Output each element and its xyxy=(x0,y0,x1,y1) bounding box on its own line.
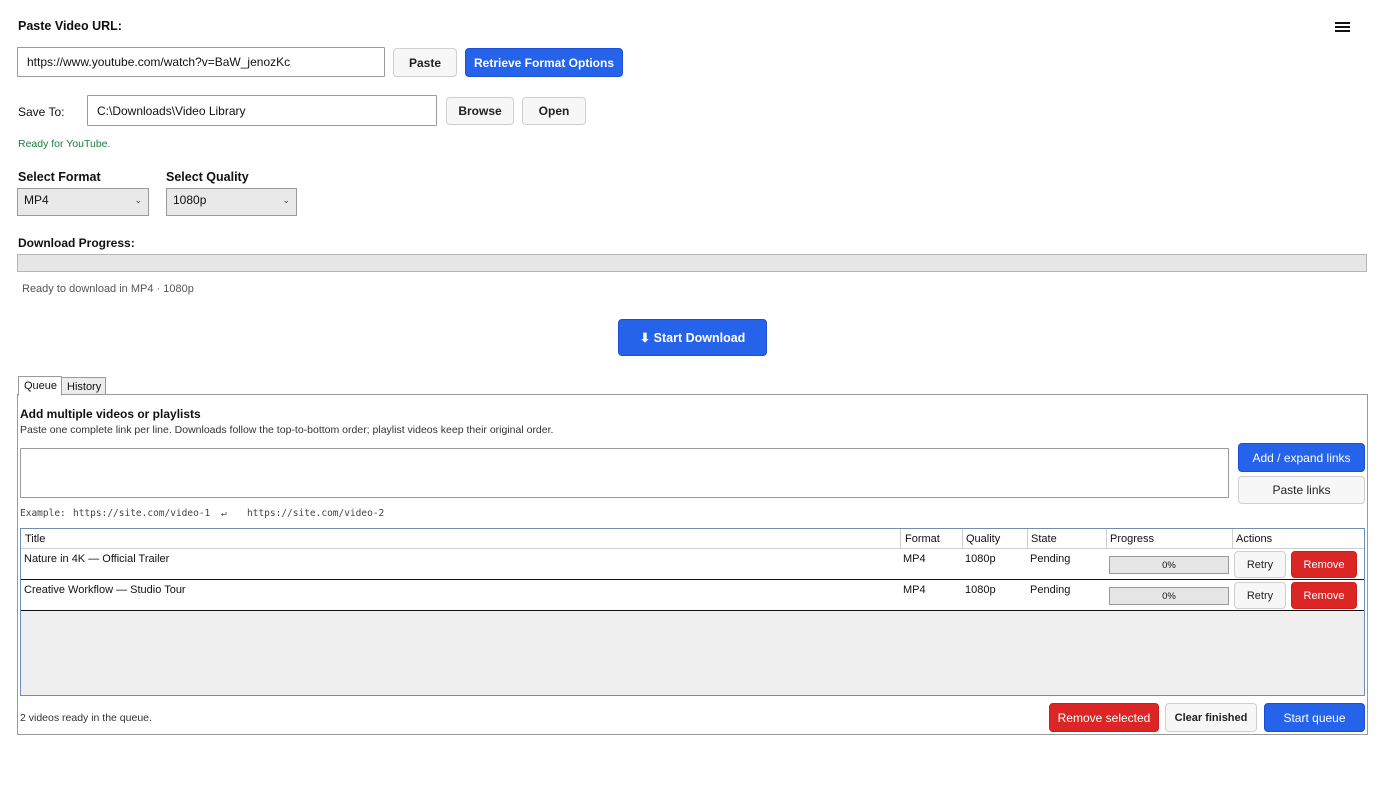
row-title: Nature in 4K — Official Trailer xyxy=(24,553,170,565)
chevron-down-icon: ⌄ xyxy=(134,195,142,205)
download-progress-bar xyxy=(17,254,1367,272)
clear-finished-button[interactable]: Clear finished xyxy=(1165,703,1257,732)
row-progress-bar: 0% xyxy=(1109,587,1229,605)
queue-row[interactable]: Creative Workflow — Studio Tour MP4 1080… xyxy=(21,580,1364,611)
hamburger-menu-icon[interactable] xyxy=(1335,20,1350,34)
download-progress-label: Download Progress: xyxy=(18,236,135,250)
open-folder-button[interactable]: Open xyxy=(522,97,586,125)
row-progress-bar: 0% xyxy=(1109,556,1229,574)
browse-button[interactable]: Browse xyxy=(446,97,514,125)
start-queue-button[interactable]: Start queue xyxy=(1264,703,1365,732)
paste-url-button[interactable]: Paste xyxy=(393,48,457,77)
column-header-state: State xyxy=(1031,533,1057,545)
format-select[interactable]: MP4 ⌄ xyxy=(17,188,149,216)
column-header-title: Title xyxy=(25,533,46,545)
source-status-text: Ready for YouTube. xyxy=(18,138,111,150)
chevron-down-icon: ⌄ xyxy=(282,195,290,205)
remove-selected-button[interactable]: Remove selected xyxy=(1049,703,1159,732)
row-quality: 1080p xyxy=(965,584,996,596)
queue-heading: Add multiple videos or playlists xyxy=(20,407,201,421)
format-label: Select Format xyxy=(18,170,101,184)
example-prefix: Example: xyxy=(20,508,66,519)
tab-history[interactable]: History xyxy=(61,377,107,395)
column-header-progress: Progress xyxy=(1110,533,1155,545)
remove-button[interactable]: Remove xyxy=(1291,551,1357,578)
row-state: Pending xyxy=(1030,584,1071,596)
links-textarea[interactable] xyxy=(20,448,1229,498)
paste-links-button[interactable]: Paste links xyxy=(1238,476,1365,504)
add-expand-links-button[interactable]: Add / expand links xyxy=(1238,443,1365,472)
quality-select-value: 1080p xyxy=(173,193,207,207)
example-newline-glyph: ↵ xyxy=(221,508,227,519)
start-download-button[interactable]: ⬇ Start Download xyxy=(618,319,767,356)
retrieve-format-options-button[interactable]: Retrieve Format Options xyxy=(465,48,623,77)
save-path-input[interactable] xyxy=(87,95,437,126)
example-link-1: https://site.com/video-1 xyxy=(73,508,211,519)
example-link-2: https://site.com/video-2 xyxy=(247,508,385,519)
queue-footer-status: 2 videos ready in the queue. xyxy=(20,712,152,724)
column-header-quality: Quality xyxy=(966,533,1001,545)
row-quality: 1080p xyxy=(965,553,996,565)
queue-table-header: Title Format Quality State Progress Acti… xyxy=(21,529,1364,549)
download-status-text: Ready to download in MP4 · 1080p xyxy=(22,283,194,295)
save-to-label: Save To: xyxy=(18,105,65,119)
tab-queue[interactable]: Queue xyxy=(18,376,63,396)
queue-hint: Paste one complete link per line. Downlo… xyxy=(20,424,554,436)
row-format: MP4 xyxy=(903,553,926,565)
url-label: Paste Video URL: xyxy=(18,19,122,33)
quality-label: Select Quality xyxy=(166,170,249,184)
retry-button[interactable]: Retry xyxy=(1234,551,1286,578)
video-url-input[interactable] xyxy=(17,47,385,77)
row-format: MP4 xyxy=(903,584,926,596)
row-state: Pending xyxy=(1030,553,1071,565)
quality-select[interactable]: 1080p ⌄ xyxy=(166,188,297,216)
column-header-format: Format xyxy=(905,533,940,545)
retry-button[interactable]: Retry xyxy=(1234,582,1286,609)
row-title: Creative Workflow — Studio Tour xyxy=(24,584,186,596)
queue-row[interactable]: Nature in 4K — Official Trailer MP4 1080… xyxy=(21,549,1364,580)
remove-button[interactable]: Remove xyxy=(1291,582,1357,609)
format-select-value: MP4 xyxy=(24,193,49,207)
column-header-actions: Actions xyxy=(1236,533,1273,545)
